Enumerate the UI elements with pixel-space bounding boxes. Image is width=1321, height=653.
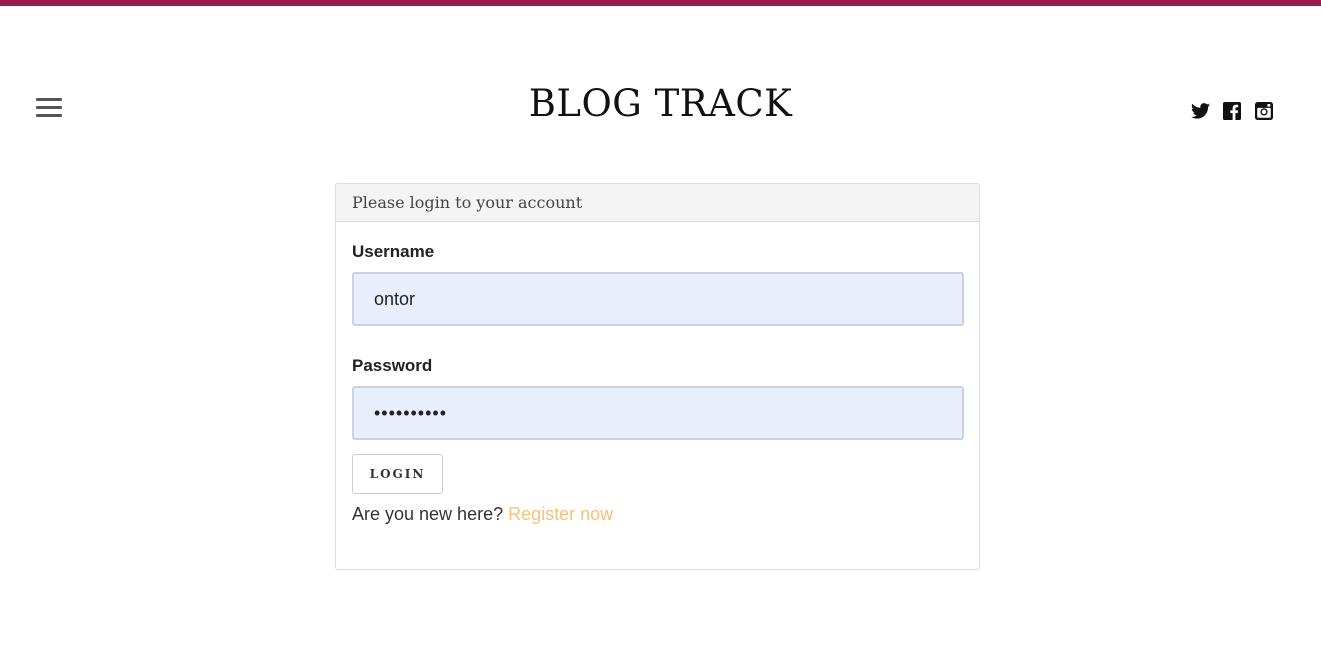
facebook-icon[interactable] [1222,101,1242,121]
register-prompt: Are you new here? Register now [352,504,963,525]
login-button[interactable]: LOGIN [352,454,443,494]
twitter-icon-glyph [1190,103,1210,119]
username-label: Username [352,242,435,261]
username-group: Username [352,242,964,326]
login-panel-heading: Please login to your account [336,184,979,222]
register-link[interactable]: Register now [508,504,613,524]
instagram-icon-glyph [1255,102,1273,120]
login-panel: Please login to your account Username Pa… [335,183,980,570]
register-prompt-text: Are you new here? [352,504,509,524]
instagram-icon[interactable] [1254,101,1274,121]
username-input[interactable] [352,272,964,326]
password-group: Password [352,356,964,440]
site-header: BLOG TRACK [0,6,1321,176]
social-links [1190,101,1274,121]
facebook-icon-glyph [1223,102,1241,120]
password-input[interactable] [352,386,964,440]
twitter-icon[interactable] [1190,101,1210,121]
site-title[interactable]: BLOG TRACK [0,82,1321,125]
login-form: Username Password LOGIN Are you new here… [336,222,979,525]
password-label: Password [352,356,433,375]
